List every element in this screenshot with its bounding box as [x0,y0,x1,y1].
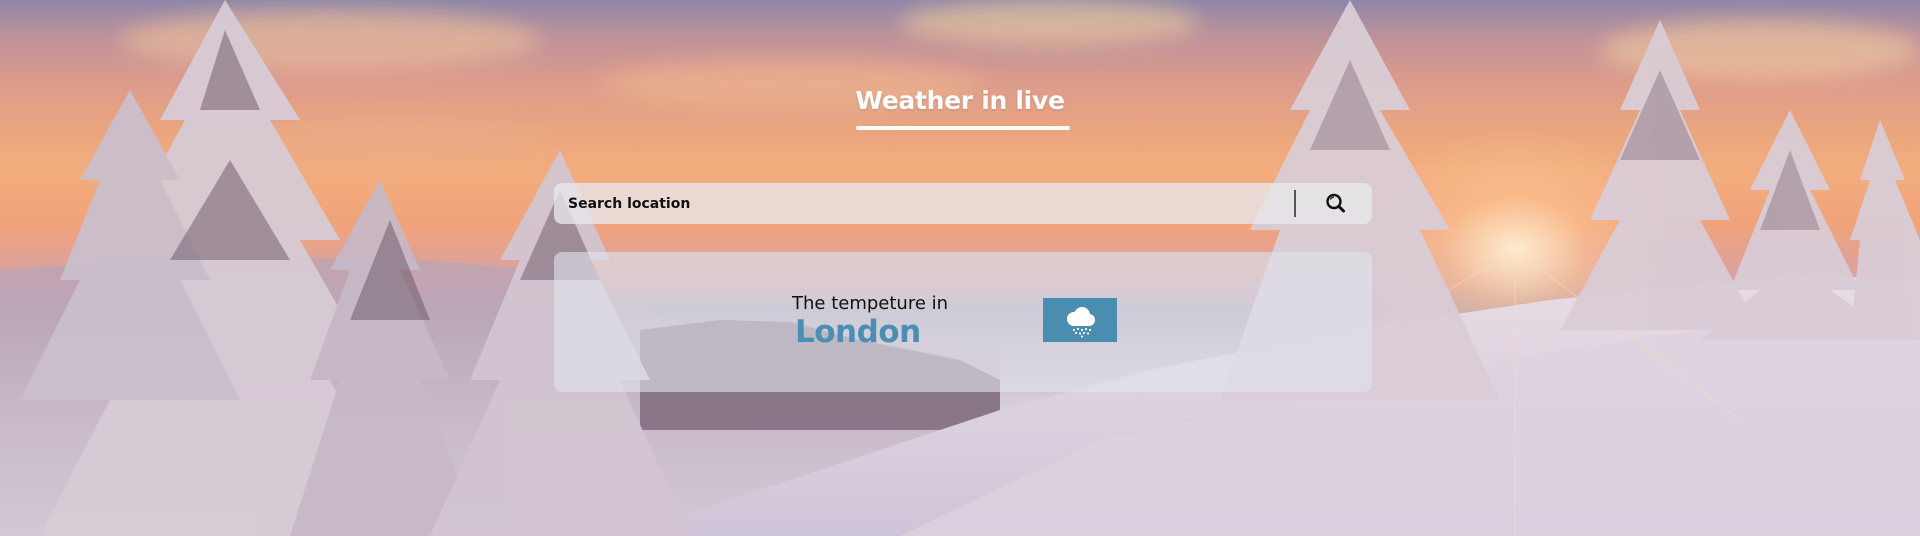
search-bar [554,183,1372,224]
cloud-snow-icon [1043,298,1117,342]
search-divider [1294,190,1296,217]
city-name: London [795,314,921,350]
title-underline [856,126,1070,130]
search-button[interactable] [1316,189,1356,218]
search-input[interactable] [568,183,1268,224]
page-title: Weather in live [855,86,1065,115]
weather-condition-box [1043,298,1117,342]
temperature-label: The tempeture in [792,293,949,314]
weather-app: Weather in live The tempeture in London [0,0,1920,536]
weather-card: The tempeture in London [554,252,1372,392]
search-icon [1316,189,1356,218]
